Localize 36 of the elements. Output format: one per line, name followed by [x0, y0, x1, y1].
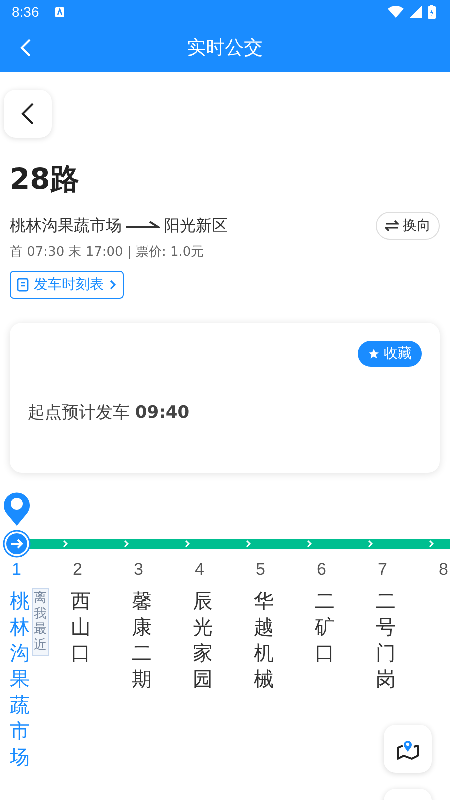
back-button[interactable] — [4, 90, 52, 138]
stop-name[interactable]: 馨康二期 — [132, 588, 152, 692]
departure-time: 起点预计发车 09:40 — [28, 402, 191, 424]
stop-name[interactable]: 二矿口 — [315, 588, 335, 666]
stop-number: 2 — [73, 560, 82, 580]
map-button[interactable] — [384, 725, 432, 773]
battery-icon — [428, 5, 436, 19]
chevron-right-icon — [109, 279, 117, 291]
header-title: 实时公交 — [187, 36, 263, 61]
swap-icon — [385, 220, 399, 232]
stop-name[interactable]: 二号门岗 — [376, 588, 396, 692]
document-icon — [17, 278, 29, 292]
stop-number: 1 — [12, 560, 22, 580]
stop-number: 7 — [378, 560, 388, 580]
map-icon — [396, 738, 420, 760]
stop-number: 3 — [134, 560, 144, 580]
swap-direction-button[interactable]: 换向 — [376, 212, 440, 240]
route-from: 桃林沟果蔬市场 — [10, 216, 122, 236]
stop-number: 6 — [317, 560, 326, 580]
back-icon — [21, 102, 35, 126]
nearest-badge: 离我最近 — [32, 588, 49, 656]
signal-icon — [410, 6, 422, 18]
wifi-icon — [388, 6, 404, 18]
star-icon — [368, 348, 380, 360]
status-time: 8:36 — [12, 4, 40, 20]
route-name: 28路 — [10, 161, 80, 198]
stop-number: 5 — [256, 560, 266, 580]
notification-icon — [55, 6, 66, 18]
stop-number: 8 — [439, 560, 448, 580]
route-to: 阳光新区 — [164, 216, 228, 236]
stop-name[interactable]: 华越机械 — [254, 588, 274, 692]
service-hours: 首 07:30 末 17:00 | 票价: 1.0元 — [10, 244, 206, 261]
stop-number: 4 — [195, 560, 204, 580]
back-icon[interactable] — [20, 38, 32, 58]
stop-name[interactable]: 辰光家园 — [193, 588, 213, 692]
stop-name[interactable]: 西山口 — [71, 588, 91, 666]
